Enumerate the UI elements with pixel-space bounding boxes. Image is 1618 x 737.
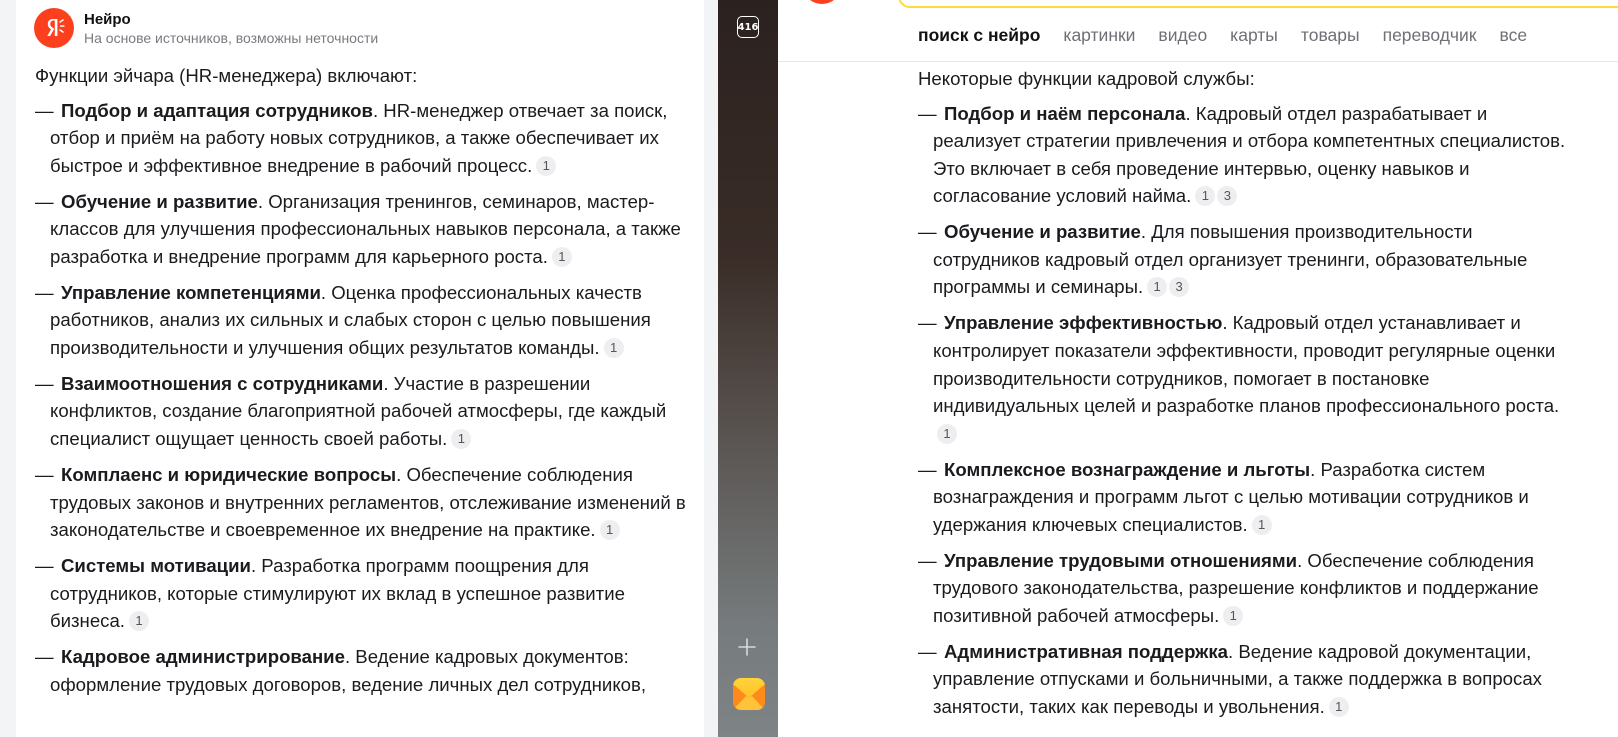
source-ref-badge[interactable]: 1 <box>937 423 957 444</box>
list-dash: — <box>35 372 54 394</box>
yandex-neuro-logo-icon <box>34 8 74 48</box>
source-ref-badge[interactable]: 1 <box>551 246 572 267</box>
plus-icon[interactable] <box>736 636 758 658</box>
answer-list: — Подбор и наём персонала. Кадровый отдел… <box>918 100 1578 721</box>
tab-3[interactable]: карты <box>1230 22 1278 48</box>
list-dash: — <box>918 640 937 662</box>
source-ref-badge[interactable]: 1 <box>599 520 620 541</box>
item-heading: Комплаенс и юридические вопросы <box>61 463 397 485</box>
list-item: — Управление компетенциями. Оценка профес… <box>35 279 695 362</box>
item-heading: Подбор и наём персонала <box>944 102 1186 124</box>
list-item: — Обучение и развитие. Организация тренин… <box>35 188 695 271</box>
list-item: — Административная поддержка. Ведение кад… <box>918 638 1578 721</box>
list-dash: — <box>918 312 937 334</box>
answer-intro: Функции эйчара (HR-менеджера) включают: <box>35 65 418 86</box>
source-ref-badge[interactable]: 1 <box>1223 605 1244 626</box>
search-tabs: поиск с нейро картинки видео карты товары пер… <box>918 22 1550 48</box>
answer-list: — Подбор и адаптация сотрудников. HR-мене… <box>35 97 695 699</box>
source-ref-badge[interactable]: 1 <box>1147 277 1168 298</box>
list-dash: — <box>918 221 937 243</box>
list-item: — Кадровое администрирование. Ведение кад… <box>35 643 695 698</box>
right-answer-body: Некоторые функции кадровой службы: — Подб… <box>918 65 1578 729</box>
item-heading: Кадровое администрирование <box>61 646 345 668</box>
tab-1[interactable]: картинки <box>1063 22 1135 48</box>
list-item: — Управление эффективностью. Кадровый отд… <box>918 309 1578 447</box>
list-dash: — <box>35 190 54 212</box>
source-ref-badge[interactable]: 1 <box>128 611 149 632</box>
mail-icon[interactable] <box>733 678 765 710</box>
source-ref-badge[interactable]: 1 <box>1251 514 1272 535</box>
source-ref-badge[interactable]: 1 <box>603 337 624 358</box>
item-heading: Взаимоотношения с сотрудниками <box>61 372 384 394</box>
list-dash: — <box>35 554 54 576</box>
list-dash: — <box>918 458 937 480</box>
tab-4[interactable]: товары <box>1301 22 1360 48</box>
search-input[interactable] <box>898 0 1618 8</box>
tab-6[interactable]: все <box>1499 22 1527 48</box>
list-item: — Подбор и адаптация сотрудников. HR-мене… <box>35 97 695 180</box>
source-ref-badge[interactable]: 3 <box>1169 277 1190 298</box>
neuro-title: Нейро <box>84 10 131 28</box>
list-item: — Комплаенс и юридические вопросы. Обеспе… <box>35 461 695 544</box>
item-heading: Управление трудовыми отношениями <box>944 549 1298 571</box>
list-item: — Взаимоотношения с сотрудниками. Участие… <box>35 370 695 453</box>
list-dash: — <box>35 99 54 121</box>
list-item: — Подбор и наём персонала. Кадровый отдел… <box>918 100 1578 210</box>
item-heading: Управление эффективностью <box>944 312 1223 334</box>
source-ref-badge[interactable]: 3 <box>1217 186 1238 207</box>
source-ref-badge[interactable]: 1 <box>451 429 472 450</box>
list-item: — Комплексное вознаграждение и льготы. Ра… <box>918 456 1578 539</box>
source-ref-badge[interactable]: 1 <box>536 155 557 176</box>
item-heading: Комплексное вознаграждение и льготы <box>944 458 1311 480</box>
list-item: — Управление трудовыми отношениями. Обесп… <box>918 547 1578 630</box>
list-item: — Системы мотивации. Разработка программ … <box>35 552 695 635</box>
left-answer-body: Функции эйчара (HR-менеджера) включают: … <box>35 62 695 707</box>
item-heading: Административная поддержка <box>944 640 1229 662</box>
item-heading: Обучение и развитие <box>61 190 258 212</box>
item-heading: Обучение и развитие <box>944 221 1141 243</box>
answer-intro: Некоторые функции кадровой службы: <box>918 68 1255 89</box>
list-item: — Обучение и развитие. Для повышения прои… <box>918 218 1578 301</box>
tabs-counter-badge[interactable]: 416 <box>737 16 759 38</box>
source-ref-badge[interactable]: 1 <box>1195 186 1216 207</box>
tabs-divider <box>778 61 1618 62</box>
neuro-subtitle: На основе источников, возможны неточност… <box>84 29 379 46</box>
item-heading: Подбор и адаптация сотрудников <box>61 99 373 121</box>
ya-glyph-icon <box>47 19 65 36</box>
source-ref-badge[interactable]: 1 <box>1328 696 1349 717</box>
neuro-answer-card: Нейро На основе источников, возможны нет… <box>16 0 704 737</box>
left-panel: Нейро На основе источников, возможны нет… <box>0 0 718 737</box>
list-dash: — <box>918 102 937 124</box>
list-dash: — <box>918 549 937 571</box>
item-heading: Системы мотивации <box>61 554 251 576</box>
tab-5[interactable]: переводчик <box>1383 22 1477 48</box>
list-dash: — <box>35 646 54 668</box>
browser-side-strip <box>718 0 778 737</box>
neuro-header: Нейро На основе источников, возможны нет… <box>34 6 378 50</box>
list-dash: — <box>35 463 54 485</box>
item-heading: Управление компетенциями <box>61 281 321 303</box>
tab-2[interactable]: видео <box>1158 22 1207 48</box>
tab-0[interactable]: поиск с нейро <box>918 22 1040 48</box>
list-dash: — <box>35 281 54 303</box>
